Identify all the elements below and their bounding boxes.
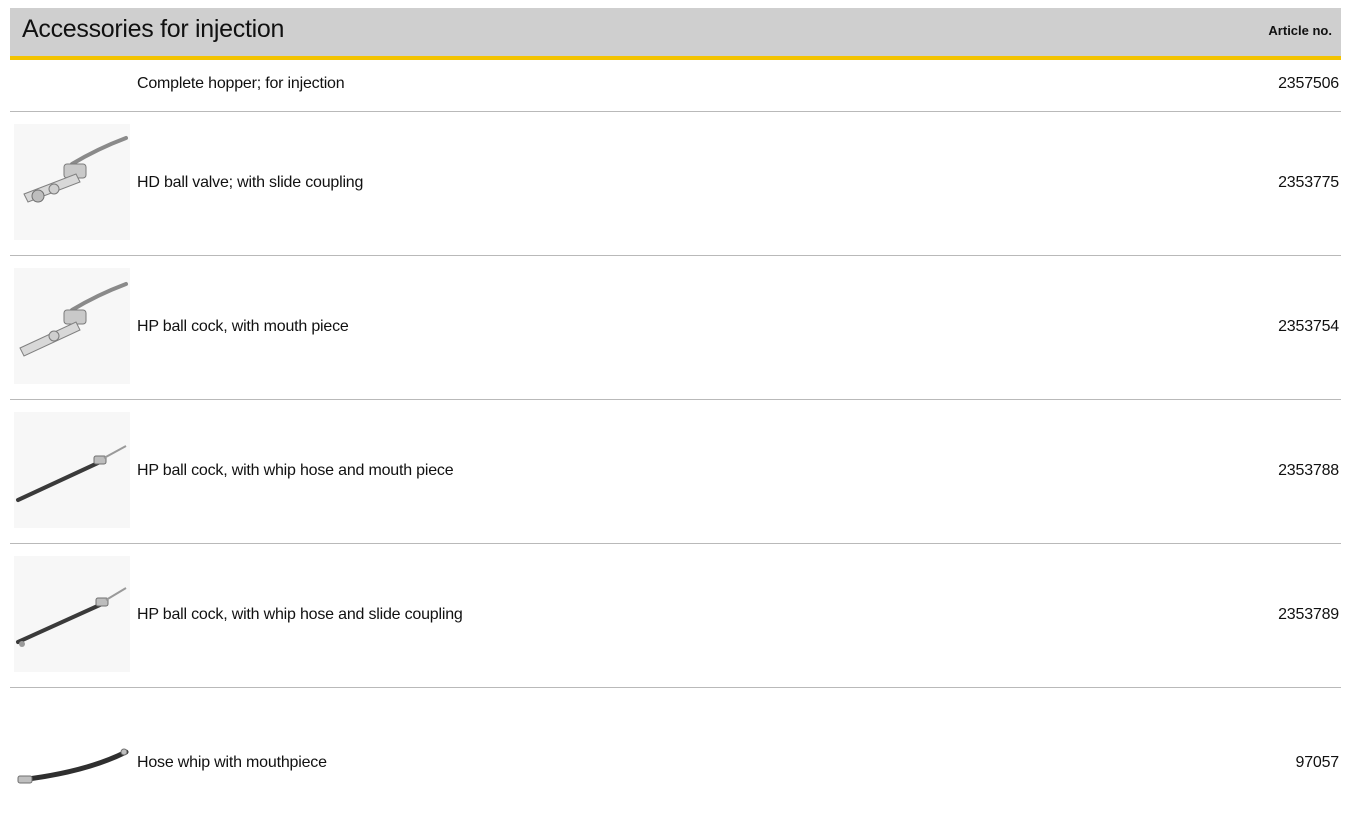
table-row: HP ball cock, with whip hose and slide c… (10, 544, 1341, 688)
table-row: Hose whip with mouthpiece 97057 (10, 688, 1341, 832)
article-number: 2353754 (1278, 318, 1339, 335)
article-number: 2353775 (1278, 174, 1339, 191)
article-number: 97057 (1295, 754, 1340, 771)
item-description: HP ball cock, with mouth piece (137, 318, 349, 335)
table-row: Complete hopper; for injection 2357506 (10, 60, 1341, 112)
article-number-column-header: Article no. (1268, 23, 1332, 38)
hose-whip-icon (14, 702, 130, 818)
article-number: 2353789 (1278, 606, 1339, 623)
item-description: HP ball cock, with whip hose and mouth p… (137, 462, 454, 479)
table-header: Accessories for injection Article no. (10, 8, 1341, 60)
item-description: Hose whip with mouthpiece (137, 754, 327, 771)
item-description: HP ball cock, with whip hose and slide c… (137, 606, 463, 623)
article-number: 2353788 (1278, 462, 1339, 479)
item-description: HD ball valve; with slide coupling (137, 174, 364, 191)
item-description: Complete hopper; for injection (137, 75, 345, 92)
ball-valve-icon (14, 124, 130, 240)
table-row: HP ball cock, with whip hose and mouth p… (10, 400, 1341, 544)
table-row: HD ball valve; with slide coupling 23537… (10, 112, 1341, 256)
ball-cock-icon (14, 268, 130, 384)
whip-hose-ball-cock-icon (14, 412, 130, 528)
accessories-table: Accessories for injection Article no. Co… (10, 8, 1341, 832)
whip-hose-ball-cock-icon (14, 556, 130, 672)
table-row: HP ball cock, with mouth piece 2353754 (10, 256, 1341, 400)
article-number: 2357506 (1278, 75, 1339, 92)
section-title: Accessories for injection (22, 15, 285, 43)
